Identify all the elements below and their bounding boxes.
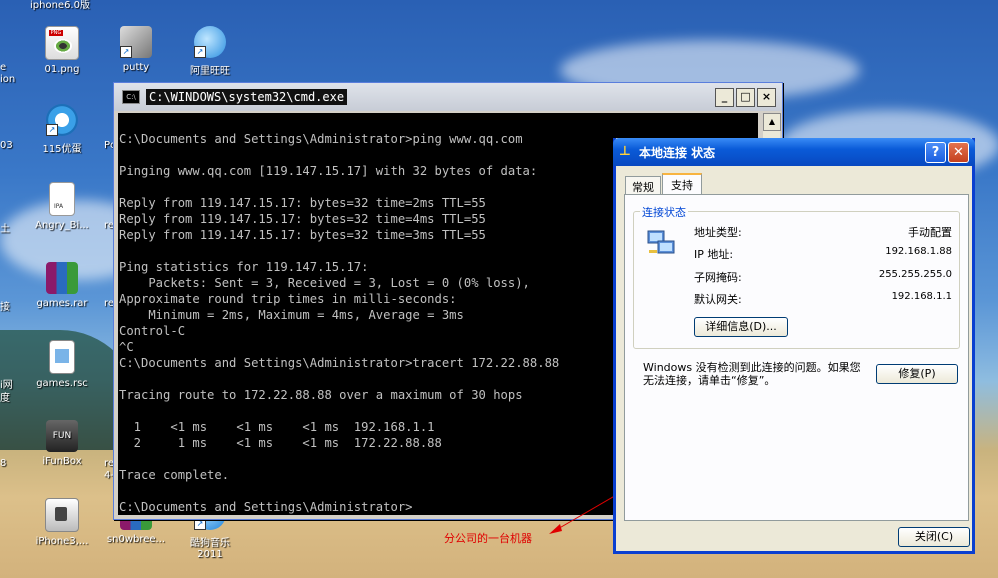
desktop-icon-label: 115优蛋 [42,144,82,155]
partial-label: 接 [0,302,10,313]
help-button[interactable]: ? [925,142,946,163]
field-address-type: 地址类型: 手动配置 [694,224,952,240]
iphone-file-icon [45,498,79,532]
dialog-titlebar[interactable]: ⊥ 本地连接 状态 [613,138,975,166]
close-button[interactable]: × [757,88,776,107]
desktop-icon-angry-birds[interactable]: IPA Angry_Bi... [26,182,98,231]
desktop-icon-label: 阿里旺旺 [190,66,230,77]
partial-label: 土 [0,224,10,235]
desktop-icon-label: 01.png [44,64,80,75]
aliwangwang-icon: ↗ [194,26,226,58]
field-label: 地址类型: [694,226,742,239]
diagnosis-notice: Windows 没有检测到此连接的问题。如果您无法连接，请单击“修复”。 [643,361,861,387]
ifunbox-icon: FUN [46,420,78,452]
repair-button[interactable]: 修复(P) [876,364,958,384]
annotation-label: 分公司的一台机器 [444,532,532,545]
cmd-titlebar[interactable]: C:\ C:\WINDOWS\system32\cmd.exe [114,83,782,111]
cmd-title: C:\WINDOWS\system32\cmd.exe [146,89,348,105]
field-label: 子网掩码: [694,271,742,284]
desktop-icon-label: games.rar [36,298,88,309]
desktop-icon-115[interactable]: ↗ 115优蛋 [26,104,98,155]
field-ip-address: IP 地址: 192.168.1.88 [694,246,952,262]
partial-label: e [0,62,7,73]
partial-label: iphone6.0版 [30,0,90,11]
dialog-title: 本地连接 状态 [639,145,716,160]
field-label: IP 地址: [694,248,734,261]
network-computers-icon [647,230,675,254]
connection-status-dialog[interactable]: ⊥ 本地连接 状态 ? ✕ 常规 支持 连接状态 地址类型: 手动配置 IP 地… [613,138,975,554]
desktop-icon-label: Angry_Bi... [35,220,89,231]
details-button[interactable]: 详细信息(D)... [694,317,788,337]
field-default-gateway: 默认网关: 192.168.1.1 [694,291,952,307]
dialog-close-button[interactable]: ✕ [948,142,969,163]
shortcut-arrow-icon: ↗ [120,46,132,58]
partial-label: 8 [0,458,7,469]
field-value: 手动配置 [908,226,952,239]
desktop-icon-label: 酷狗音乐 2011 [190,538,230,560]
shortcut-arrow-icon: ↗ [194,46,206,58]
putty-icon: ↗ [120,26,152,58]
desktop-icon-label: sn0wbree... [106,534,166,545]
cmd-app-icon: C:\ [122,90,140,104]
field-subnet-mask: 子网掩码: 255.255.255.0 [694,269,952,285]
desktop-icon-ifunbox[interactable]: FUN iFunBox [26,420,98,467]
field-value: 255.255.255.0 [878,269,952,280]
desktop-icon-games-rsc[interactable]: games.rsc [26,340,98,389]
desktop-icon-label: iFunBox [42,456,82,467]
partial-label: ion [0,74,16,85]
115-icon: ↗ [46,104,78,136]
field-value: 192.168.1.1 [891,291,952,302]
desktop-icon-01png[interactable]: PNG 01.png [26,26,98,75]
partial-label: 度 [0,393,10,404]
png-file-icon: PNG [45,26,79,60]
rsc-file-icon [49,340,75,374]
tab-general[interactable]: 常规 [625,176,661,196]
shortcut-arrow-icon: ↗ [46,124,58,136]
desktop-icon-aliwangwang[interactable]: ↗ 阿里旺旺 [174,26,246,77]
partial-label: 03 [0,140,13,151]
field-label: 默认网关: [694,293,742,306]
desktop-icon-iphone-firmware[interactable]: iPhone3,... [26,498,98,547]
desktop-icon-label: iPhone3,... [35,536,89,547]
connection-status-group: 连接状态 地址类型: 手动配置 IP 地址: 192.168.1.88 子网掩码… [633,204,960,349]
desktop-icon-label: games.rsc [36,378,88,389]
maximize-button[interactable]: □ [736,88,755,107]
field-value: 192.168.1.88 [885,246,952,257]
support-tab-panel: 连接状态 地址类型: 手动配置 IP 地址: 192.168.1.88 子网掩码… [624,194,969,521]
close-dialog-button[interactable]: 关闭(C) [898,527,970,547]
desktop-icon-label: putty [122,62,150,73]
group-title: 连接状态 [640,204,688,220]
desktop-icon-games-rar[interactable]: games.rar [26,262,98,309]
scroll-up-icon[interactable]: ▲ [763,113,781,131]
rar-file-icon [46,262,78,294]
minimize-button[interactable]: _ [715,88,734,107]
desktop-icon-putty[interactable]: ↗ putty [100,26,172,73]
network-connection-icon: ⊥ [619,144,631,159]
ipa-file-icon: IPA [49,182,75,216]
